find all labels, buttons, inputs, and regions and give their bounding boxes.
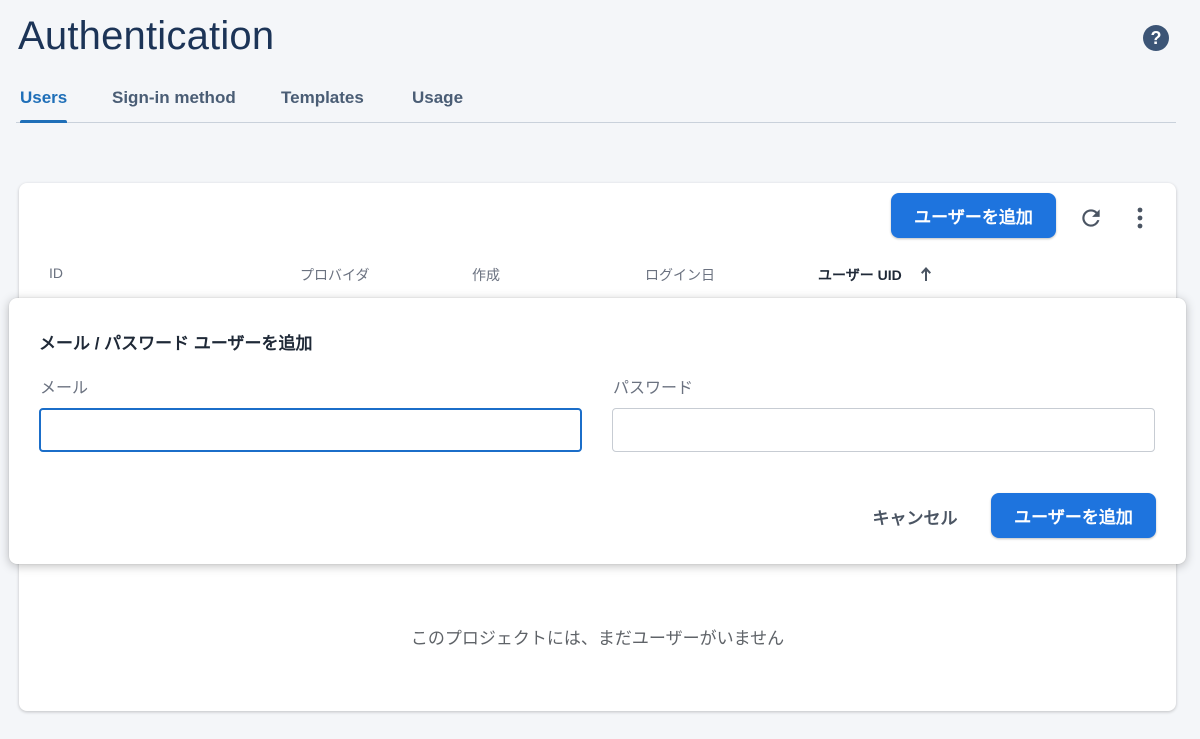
tab-usage[interactable]: Usage [412, 88, 463, 122]
submit-add-user-button[interactable]: ユーザーを追加 [991, 493, 1156, 538]
tab-bar: Users Sign-in method Templates Usage [16, 80, 1176, 123]
dialog-title: メール / パスワード ユーザーを追加 [39, 334, 313, 353]
more-options-icon[interactable] [1130, 205, 1150, 231]
column-header-id[interactable]: ID [49, 265, 63, 281]
tab-sign-in-method[interactable]: Sign-in method [112, 88, 236, 122]
add-user-button[interactable]: ユーザーを追加 [891, 193, 1056, 238]
column-header-user-uid[interactable]: ユーザー UID [818, 265, 902, 285]
password-label: パスワード [613, 380, 694, 397]
tab-users[interactable]: Users [20, 88, 68, 123]
email-label: メール [40, 380, 89, 397]
empty-state-message: このプロジェクトには、まだユーザーがいません [410, 629, 785, 648]
add-user-dialog: メール / パスワード ユーザーを追加 メール パスワード キャンセル ユーザー… [9, 298, 1186, 564]
refresh-icon[interactable] [1078, 205, 1104, 231]
page-title: Authentication [18, 14, 275, 58]
column-header-signed-in[interactable]: ログイン日 [645, 265, 715, 285]
password-field[interactable] [612, 408, 1155, 452]
sort-ascending-icon[interactable] [919, 265, 933, 283]
column-header-created[interactable]: 作成 [472, 265, 500, 285]
cancel-button[interactable]: キャンセル [859, 494, 971, 539]
column-header-provider[interactable]: プロバイダ [300, 265, 369, 285]
tab-templates[interactable]: Templates [281, 88, 364, 122]
email-field[interactable] [39, 408, 582, 452]
help-icon[interactable]: ? [1143, 25, 1169, 51]
